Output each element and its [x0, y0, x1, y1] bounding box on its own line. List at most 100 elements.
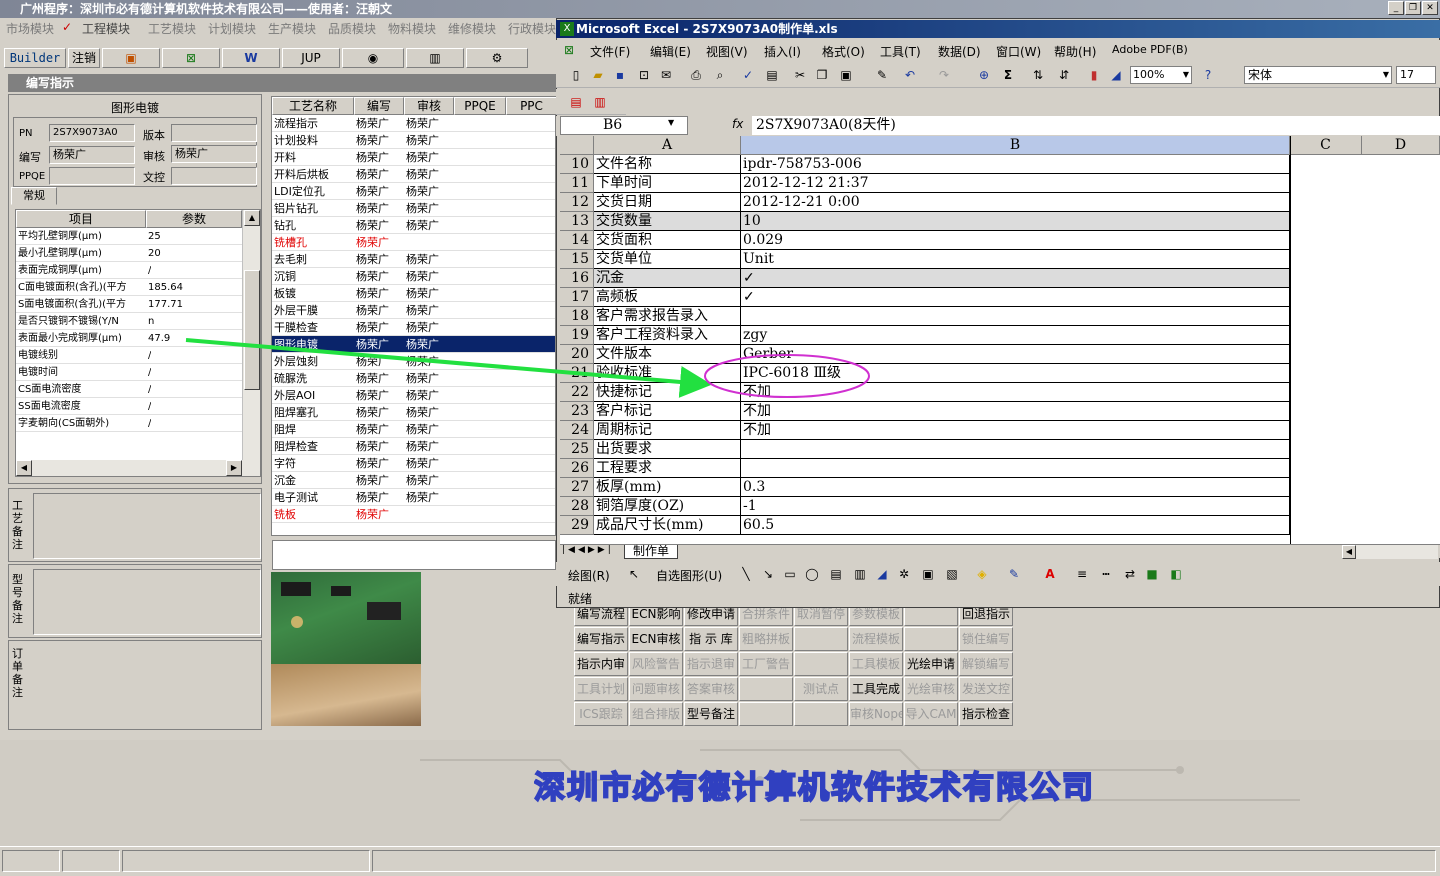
- action-button[interactable]: 编写指示: [574, 627, 628, 651]
- cell-a[interactable]: 验收标准: [594, 364, 741, 383]
- process-row[interactable]: 字符 杨荣广 杨荣广: [272, 455, 555, 472]
- cell-a[interactable]: 周期标记: [594, 421, 741, 440]
- cell-b[interactable]: Gerber: [741, 345, 1290, 364]
- row-header[interactable]: 13: [560, 212, 594, 231]
- menu-help[interactable]: 帮助(H): [1054, 43, 1096, 60]
- menu-adobe-pdf[interactable]: Adobe PDF(B): [1112, 43, 1188, 56]
- params-row[interactable]: 最小孔壁铜厚(μm) 20: [16, 245, 242, 262]
- process-row[interactable]: 沉铜 杨荣广 杨荣广: [272, 268, 555, 285]
- process-row[interactable]: 钻孔 杨荣广 杨荣广: [272, 217, 555, 234]
- params-header-item[interactable]: 项目: [16, 210, 146, 228]
- action-button[interactable]: 指示内审: [574, 652, 628, 676]
- clipart-icon[interactable]: ▣: [920, 566, 936, 582]
- process-row[interactable]: 图形电镀 杨荣广 杨荣广: [272, 336, 555, 353]
- action-button[interactable]: ECN审核: [629, 627, 683, 651]
- function-icon[interactable]: fx: [732, 117, 743, 131]
- sheet-nav-icon[interactable]: |◀◀▶▶|: [562, 545, 614, 555]
- cell-c[interactable]: [1290, 364, 1440, 383]
- process-row[interactable]: LDI定位孔 杨荣广 杨荣广: [272, 183, 555, 200]
- wordart-icon[interactable]: ◢: [874, 566, 890, 582]
- cell-a[interactable]: 快捷标记: [594, 383, 741, 402]
- row-header[interactable]: 29: [560, 516, 594, 535]
- zoom-select[interactable]: 100% ▼: [1130, 66, 1192, 84]
- drawing-icon[interactable]: ◢: [1108, 67, 1124, 83]
- row-header[interactable]: 16: [560, 269, 594, 288]
- action-button[interactable]: 组合排版: [629, 702, 683, 726]
- autosum-icon[interactable]: Σ: [1000, 67, 1016, 83]
- module-engineering[interactable]: 工程模块: [82, 20, 130, 37]
- row-header[interactable]: 26: [560, 459, 594, 478]
- cell-b[interactable]: 60.5: [741, 516, 1290, 535]
- select-all-corner[interactable]: [560, 136, 594, 155]
- params-row[interactable]: SS面电流密度 /: [16, 398, 242, 415]
- order-notes-input[interactable]: [33, 645, 261, 727]
- cell-c[interactable]: [1290, 212, 1440, 231]
- logout-button[interactable]: 注销: [68, 48, 100, 68]
- action-button[interactable]: 指 示 库: [684, 627, 738, 651]
- save-icon[interactable]: ▪: [612, 67, 628, 83]
- action-button[interactable]: 粗略拼板: [739, 627, 793, 651]
- cut-icon[interactable]: ✂: [792, 67, 808, 83]
- cell-c[interactable]: [1290, 193, 1440, 212]
- module-admin[interactable]: 行政模块: [508, 20, 556, 37]
- format-painter-icon[interactable]: ✎: [874, 67, 890, 83]
- process-header-ppqe[interactable]: PPQE: [454, 97, 506, 115]
- open-icon[interactable]: ▰: [590, 67, 606, 83]
- cell-a[interactable]: 交货单位: [594, 250, 741, 269]
- menu-window[interactable]: 窗口(W): [996, 43, 1041, 60]
- line-icon[interactable]: ╲: [738, 566, 754, 582]
- fill-color-icon[interactable]: ◈: [974, 566, 990, 582]
- col-header-c[interactable]: C: [1290, 136, 1362, 155]
- row-header[interactable]: 27: [560, 478, 594, 497]
- col-header-a[interactable]: A: [594, 136, 741, 155]
- menu-format[interactable]: 格式(O): [822, 43, 865, 60]
- cell-c[interactable]: [1290, 288, 1440, 307]
- cell-a[interactable]: 沉金: [594, 269, 741, 288]
- action-button[interactable]: 工具模板: [849, 652, 903, 676]
- scroll-left-icon[interactable]: ◀: [1342, 545, 1356, 559]
- action-button[interactable]: 答案审核: [684, 677, 738, 701]
- process-row[interactable]: 阻焊塞孔 杨荣广 杨荣广: [272, 404, 555, 421]
- cell-c[interactable]: [1290, 250, 1440, 269]
- module-craft[interactable]: 工艺模块: [148, 20, 196, 37]
- database-icon[interactable]: ▥: [406, 48, 464, 68]
- cell-c[interactable]: [1290, 307, 1440, 326]
- sort-desc-icon[interactable]: ⇵: [1056, 67, 1072, 83]
- print-icon[interactable]: ⎙: [688, 67, 704, 83]
- action-button[interactable]: 光绘申请: [904, 652, 958, 676]
- scroll-up-icon[interactable]: ▲: [244, 210, 260, 226]
- cell-b[interactable]: ✓: [741, 288, 1290, 307]
- action-button[interactable]: 工具完成: [849, 677, 903, 701]
- cell-b[interactable]: [741, 440, 1290, 459]
- row-header[interactable]: 19: [560, 326, 594, 345]
- action-button[interactable]: [904, 627, 958, 651]
- control-field[interactable]: [171, 167, 257, 185]
- textbox-icon[interactable]: ▤: [828, 566, 844, 582]
- cell-a[interactable]: 客户需求报告录入: [594, 307, 741, 326]
- row-header[interactable]: 14: [560, 231, 594, 250]
- cell-a[interactable]: 下单时间: [594, 174, 741, 193]
- row-header[interactable]: 10: [560, 155, 594, 174]
- close-button[interactable]: ✕: [1422, 1, 1438, 15]
- undo-icon[interactable]: ↶: [902, 67, 918, 83]
- word-icon[interactable]: W: [222, 48, 280, 68]
- col-header-b[interactable]: B: [741, 136, 1290, 155]
- menu-data[interactable]: 数据(D): [938, 43, 981, 60]
- cell-b[interactable]: 0.3: [741, 478, 1290, 497]
- params-hscrollbar[interactable]: ◀ ▶: [16, 460, 260, 476]
- restore-button[interactable]: ❐: [1405, 1, 1421, 15]
- cell-a[interactable]: 高频板: [594, 288, 741, 307]
- row-header[interactable]: 15: [560, 250, 594, 269]
- action-button[interactable]: 流程模板: [849, 627, 903, 651]
- action-button[interactable]: [794, 702, 848, 726]
- cell-c[interactable]: [1290, 497, 1440, 516]
- cell-c[interactable]: [1290, 383, 1440, 402]
- cell-a[interactable]: 成品尺寸长(mm): [594, 516, 741, 535]
- params-row[interactable]: S面电镀面积(含孔)(平方 177.71: [16, 296, 242, 313]
- scroll-right-icon[interactable]: ▶: [226, 460, 242, 476]
- eye-icon[interactable]: ◉: [342, 48, 404, 68]
- menu-insert[interactable]: 插入(I): [764, 43, 801, 60]
- process-row[interactable]: 流程指示 杨荣广 杨荣广: [272, 115, 555, 132]
- arrow-icon[interactable]: ↘: [760, 566, 776, 582]
- help-icon[interactable]: ?: [1200, 67, 1216, 83]
